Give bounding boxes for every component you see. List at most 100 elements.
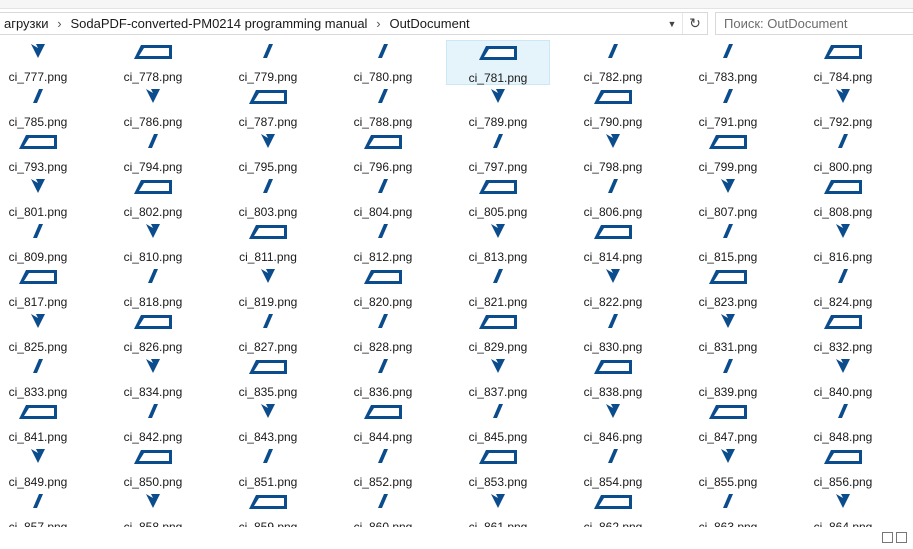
file-item[interactable]: ci_802.png <box>101 175 205 220</box>
file-item[interactable]: ci_833.png <box>0 355 90 400</box>
file-item[interactable]: ci_798.png <box>561 130 665 175</box>
breadcrumb-downloads[interactable]: агрузки <box>0 16 52 31</box>
file-item[interactable]: ci_803.png <box>216 175 320 220</box>
search-box[interactable] <box>715 12 913 35</box>
file-item[interactable]: ci_790.png <box>561 85 665 130</box>
view-toggle[interactable] <box>882 532 907 543</box>
file-item[interactable]: ci_828.png <box>331 310 435 355</box>
file-item[interactable]: ci_831.png <box>676 310 780 355</box>
file-item[interactable]: ci_847.png <box>676 400 780 445</box>
file-item[interactable]: ci_783.png <box>676 40 780 85</box>
file-item[interactable]: ci_852.png <box>331 445 435 490</box>
file-item[interactable]: ci_784.png <box>791 40 895 85</box>
file-item[interactable]: ci_777.png <box>0 40 90 85</box>
file-item[interactable]: ci_843.png <box>216 400 320 445</box>
file-item[interactable]: ci_825.png <box>0 310 90 355</box>
file-item[interactable]: ci_808.png <box>791 175 895 220</box>
file-grid[interactable]: ci_777.png ci_778.png ci_779.png ci_780.png… <box>0 40 913 527</box>
file-item[interactable]: ci_797.png <box>446 130 550 175</box>
file-item[interactable]: ci_821.png <box>446 265 550 310</box>
file-item[interactable]: ci_810.png <box>101 220 205 265</box>
file-item[interactable]: ci_858.png <box>101 490 205 527</box>
file-item[interactable]: ci_782.png <box>561 40 665 85</box>
file-item[interactable]: ci_780.png <box>331 40 435 85</box>
file-item[interactable]: ci_845.png <box>446 400 550 445</box>
file-item[interactable]: ci_837.png <box>446 355 550 400</box>
file-item[interactable]: ci_856.png <box>791 445 895 490</box>
file-item[interactable]: ci_813.png <box>446 220 550 265</box>
file-item[interactable]: ci_818.png <box>101 265 205 310</box>
file-item[interactable]: ci_851.png <box>216 445 320 490</box>
refresh-icon[interactable]: ↻ <box>682 13 707 34</box>
file-item[interactable]: ci_805.png <box>446 175 550 220</box>
file-item[interactable]: ci_792.png <box>791 85 895 130</box>
chevron-right-icon[interactable]: › <box>52 16 66 31</box>
file-item[interactable]: ci_846.png <box>561 400 665 445</box>
file-item[interactable]: ci_839.png <box>676 355 780 400</box>
file-item[interactable]: ci_859.png <box>216 490 320 527</box>
breadcrumb-outdocument[interactable]: OutDocument <box>385 16 473 31</box>
file-item[interactable]: ci_812.png <box>331 220 435 265</box>
file-item[interactable]: ci_855.png <box>676 445 780 490</box>
file-item[interactable]: ci_789.png <box>446 85 550 130</box>
file-item[interactable]: ci_854.png <box>561 445 665 490</box>
search-input[interactable] <box>716 13 902 34</box>
file-item[interactable]: ci_778.png <box>101 40 205 85</box>
file-item[interactable]: ci_838.png <box>561 355 665 400</box>
file-item[interactable]: ci_832.png <box>791 310 895 355</box>
file-item[interactable]: ci_819.png <box>216 265 320 310</box>
file-item[interactable]: ci_794.png <box>101 130 205 175</box>
file-item[interactable]: ci_800.png <box>791 130 895 175</box>
file-item[interactable]: ci_849.png <box>0 445 90 490</box>
file-item[interactable]: ci_864.png <box>791 490 895 527</box>
file-item[interactable]: ci_795.png <box>216 130 320 175</box>
file-item[interactable]: ci_804.png <box>331 175 435 220</box>
file-item[interactable]: ci_827.png <box>216 310 320 355</box>
file-item[interactable]: ci_822.png <box>561 265 665 310</box>
file-item[interactable]: ci_811.png <box>216 220 320 265</box>
file-item[interactable]: ci_829.png <box>446 310 550 355</box>
address-bar[interactable]: агрузки › SodaPDF-converted-PM0214 progr… <box>0 12 708 35</box>
file-item[interactable]: ci_807.png <box>676 175 780 220</box>
file-item[interactable]: ci_809.png <box>0 220 90 265</box>
details-view-icon[interactable] <box>882 532 893 543</box>
file-item[interactable]: ci_836.png <box>331 355 435 400</box>
file-item[interactable]: ci_793.png <box>0 130 90 175</box>
file-item[interactable]: ci_862.png <box>561 490 665 527</box>
file-item[interactable]: ci_835.png <box>216 355 320 400</box>
file-item[interactable]: ci_781.png <box>446 40 550 85</box>
file-item[interactable]: ci_814.png <box>561 220 665 265</box>
breadcrumb-sodapdf-folder[interactable]: SodaPDF-converted-PM0214 programming man… <box>66 16 371 31</box>
file-item[interactable]: ci_824.png <box>791 265 895 310</box>
file-item[interactable]: ci_840.png <box>791 355 895 400</box>
file-item[interactable]: ci_826.png <box>101 310 205 355</box>
file-item[interactable]: ci_785.png <box>0 85 90 130</box>
file-item[interactable]: ci_801.png <box>0 175 90 220</box>
file-item[interactable]: ci_786.png <box>101 85 205 130</box>
file-item[interactable]: ci_820.png <box>331 265 435 310</box>
file-item[interactable]: ci_791.png <box>676 85 780 130</box>
file-item[interactable]: ci_857.png <box>0 490 90 527</box>
file-item[interactable]: ci_815.png <box>676 220 780 265</box>
file-item[interactable]: ci_830.png <box>561 310 665 355</box>
file-item[interactable]: ci_848.png <box>791 400 895 445</box>
large-icons-view-icon[interactable] <box>896 532 907 543</box>
file-item[interactable]: ci_860.png <box>331 490 435 527</box>
file-item[interactable]: ci_796.png <box>331 130 435 175</box>
file-item[interactable]: ci_823.png <box>676 265 780 310</box>
file-item[interactable]: ci_844.png <box>331 400 435 445</box>
chevron-down-icon[interactable]: ▼ <box>662 13 682 34</box>
file-item[interactable]: ci_816.png <box>791 220 895 265</box>
file-item[interactable]: ci_817.png <box>0 265 90 310</box>
file-item[interactable]: ci_842.png <box>101 400 205 445</box>
file-item[interactable]: ci_863.png <box>676 490 780 527</box>
file-item[interactable]: ci_850.png <box>101 445 205 490</box>
file-item[interactable]: ci_861.png <box>446 490 550 527</box>
file-item[interactable]: ci_787.png <box>216 85 320 130</box>
file-item[interactable]: ci_806.png <box>561 175 665 220</box>
file-item[interactable]: ci_799.png <box>676 130 780 175</box>
chevron-right-icon[interactable]: › <box>371 16 385 31</box>
file-item[interactable]: ci_841.png <box>0 400 90 445</box>
file-item[interactable]: ci_779.png <box>216 40 320 85</box>
file-item[interactable]: ci_788.png <box>331 85 435 130</box>
